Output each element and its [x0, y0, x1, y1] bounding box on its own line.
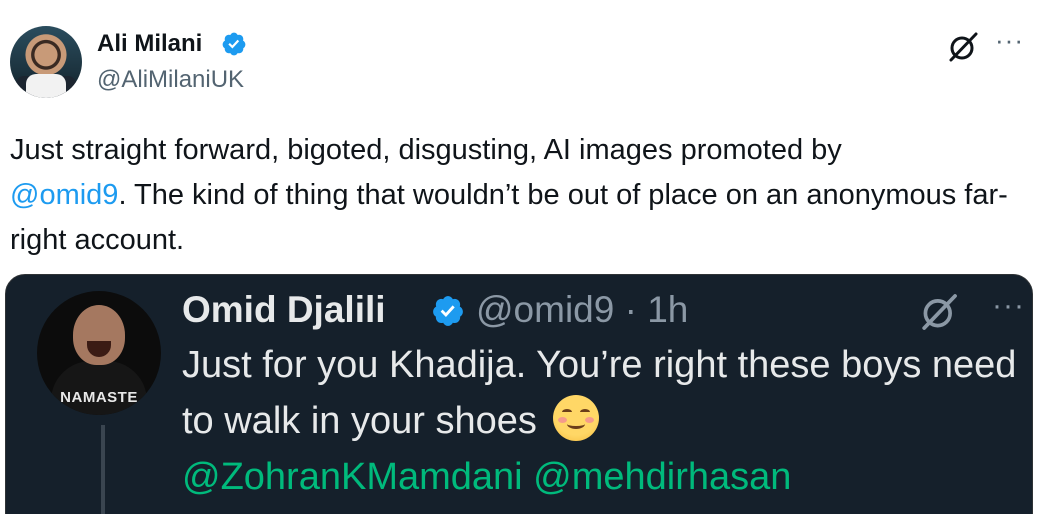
embedded-handle-time: @omid9 · 1h	[476, 289, 689, 330]
avatar-shirt-text: NAMASTE	[60, 389, 138, 406]
embedded-avatar: NAMASTE	[37, 291, 161, 415]
grok-icon	[922, 294, 957, 330]
embedded-text: Just for you Khadija. You’re right these…	[182, 344, 1017, 442]
tweet-text-part2: . The kind of thing that wouldn’t be out…	[10, 179, 1008, 256]
more-icon: ···	[992, 289, 1025, 322]
mention-link[interactable]: @omid9	[10, 179, 118, 211]
tweet-text-part1: Just straight forward, bigoted, disgusti…	[10, 134, 842, 166]
author-name[interactable]: Ali Milani	[97, 30, 202, 58]
embedded-mention-1: @ZohranKMamdani	[182, 456, 523, 498]
thread-line	[101, 425, 105, 514]
avatar-body	[51, 361, 147, 415]
smiling-face-emoji-icon	[553, 395, 600, 441]
tweet-text: Just straight forward, bigoted, disgusti…	[10, 128, 1020, 263]
author-handle[interactable]: @AliMilaniUK	[97, 66, 244, 94]
author-avatar[interactable]	[10, 26, 82, 98]
more-icon[interactable]: ···	[995, 27, 1031, 54]
embedded-tweet-image[interactable]: NAMASTE Omid Djalili @omid9 · 1h ··· Jus…	[5, 274, 1033, 514]
verified-badge-icon	[433, 296, 463, 326]
grok-icon[interactable]	[946, 30, 980, 64]
avatar-shirt	[26, 74, 66, 98]
embedded-tweet-text: Just for you Khadija. You’re right these…	[182, 337, 1022, 505]
embedded-author-name: Omid Djalili	[182, 289, 386, 330]
embedded-mention-2: @mehdirhasan	[533, 456, 792, 498]
verified-badge-icon	[222, 32, 246, 56]
